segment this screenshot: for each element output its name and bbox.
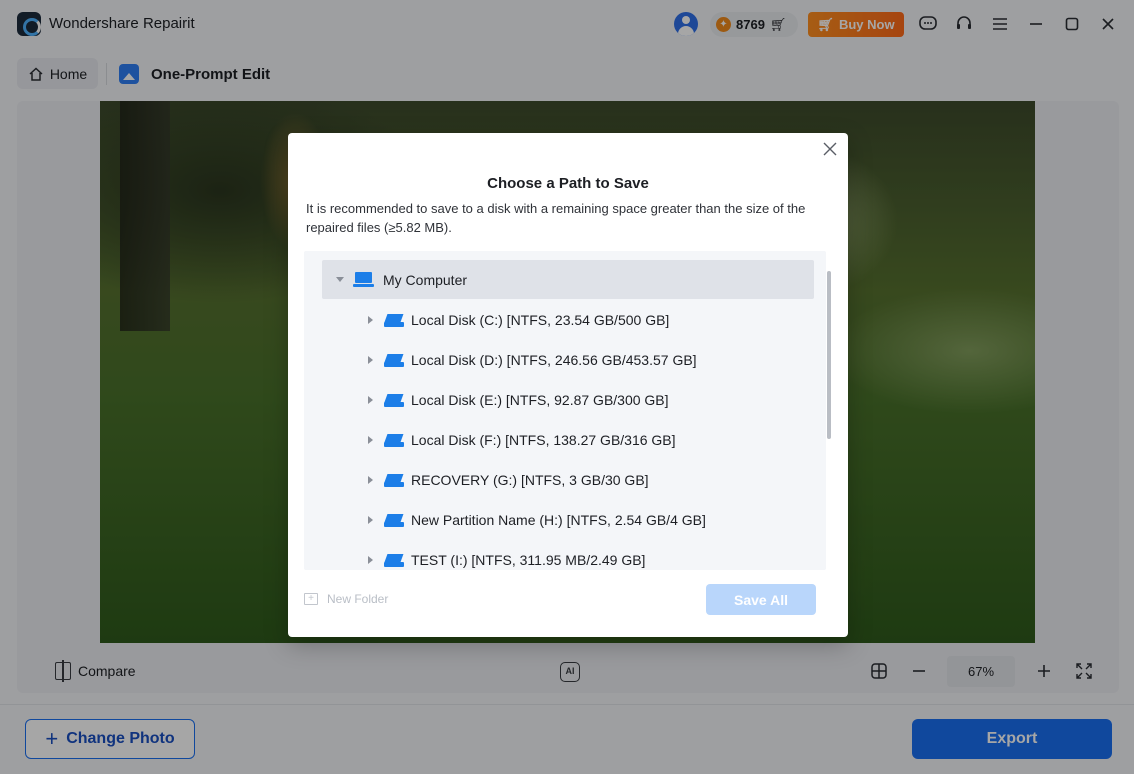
disk-row[interactable]: TEST (I:) [NTFS, 311.95 MB/2.49 GB] [368, 548, 645, 570]
disk-label: Local Disk (E:) [NTFS, 92.87 GB/300 GB] [411, 392, 669, 408]
disk-row[interactable]: New Partition Name (H:) [NTFS, 2.54 GB/4… [368, 508, 706, 532]
tree-root-label: My Computer [383, 271, 468, 288]
disk-label: Local Disk (C:) [NTFS, 23.54 GB/500 GB] [411, 312, 670, 328]
save-all-button[interactable]: Save All [706, 584, 816, 615]
disk-icon [384, 554, 404, 567]
chevron-right-icon[interactable] [368, 316, 373, 324]
save-path-dialog: Choose a Path to Save It is recommended … [288, 133, 848, 637]
disk-row[interactable]: Local Disk (D:) [NTFS, 246.56 GB/453.57 … [368, 348, 697, 372]
new-folder-button[interactable]: + New Folder [304, 592, 388, 606]
disk-label: Local Disk (D:) [NTFS, 246.56 GB/453.57 … [411, 352, 697, 368]
disk-label: Local Disk (F:) [NTFS, 138.27 GB/316 GB] [411, 432, 676, 448]
disk-label: TEST (I:) [NTFS, 311.95 MB/2.49 GB] [411, 552, 646, 568]
disk-icon [384, 394, 404, 407]
disk-icon [384, 474, 404, 487]
chevron-right-icon[interactable] [368, 356, 373, 364]
disk-label: RECOVERY (G:) [NTFS, 3 GB/30 GB] [411, 472, 649, 488]
new-folder-label: New Folder [327, 592, 389, 606]
folder-tree: My Computer Local Disk (C:) [NTFS, 23.54… [304, 251, 826, 570]
tree-scrollbar[interactable] [827, 271, 831, 439]
disk-icon [384, 434, 404, 447]
chevron-down-icon[interactable] [336, 277, 344, 282]
close-icon[interactable] [820, 141, 840, 161]
disk-row[interactable]: RECOVERY (G:) [NTFS, 3 GB/30 GB] [368, 468, 649, 492]
disk-row[interactable]: Local Disk (C:) [NTFS, 23.54 GB/500 GB] [368, 308, 669, 332]
chevron-right-icon[interactable] [368, 556, 373, 564]
disk-icon [384, 514, 404, 527]
chevron-right-icon[interactable] [368, 516, 373, 524]
chevron-right-icon[interactable] [368, 476, 373, 484]
new-folder-icon: + [304, 593, 318, 605]
disk-label: New Partition Name (H:) [NTFS, 2.54 GB/4… [411, 512, 706, 528]
disk-icon [384, 354, 404, 367]
dialog-title: Choose a Path to Save [487, 175, 649, 192]
disk-row[interactable]: Local Disk (F:) [NTFS, 138.27 GB/316 GB] [368, 428, 676, 452]
disk-icon [384, 314, 404, 327]
tree-root-my-computer[interactable]: My Computer [322, 260, 814, 299]
computer-icon [353, 271, 374, 288]
chevron-right-icon[interactable] [368, 396, 373, 404]
disk-row[interactable]: Local Disk (E:) [NTFS, 92.87 GB/300 GB] [368, 388, 669, 412]
chevron-right-icon[interactable] [368, 436, 373, 444]
dialog-description: It is recommended to save to a disk with… [306, 201, 806, 235]
